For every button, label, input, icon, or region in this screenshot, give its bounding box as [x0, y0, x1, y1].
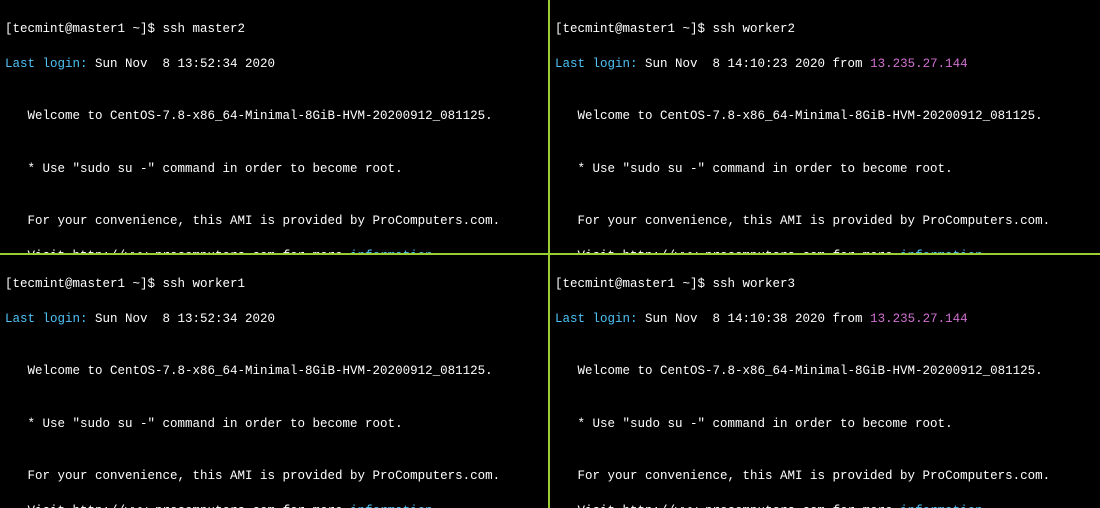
motd-conv: For your convenience, this AMI is provid…: [5, 468, 543, 486]
motd-visit-mid: for more: [275, 504, 350, 508]
from-ip: 13.235.27.144: [870, 312, 968, 326]
from-label: from: [825, 57, 870, 71]
motd-link[interactable]: http://www.procomputers.com: [73, 504, 276, 508]
last-login-time: Sun Nov 8 14:10:23 2020: [638, 57, 826, 71]
last-login-label: Last login:: [5, 312, 88, 326]
prompt: [tecmint@master1 ~]$: [5, 22, 163, 36]
motd-link[interactable]: http://www.procomputers.com: [623, 504, 826, 508]
motd-visit-post: .: [983, 504, 991, 508]
command: ssh master2: [163, 22, 246, 36]
last-login-label: Last login:: [555, 57, 638, 71]
motd-visit-pre: Visit: [555, 504, 623, 508]
last-login-time: Sun Nov 8 14:10:38 2020: [638, 312, 826, 326]
prompt: [tecmint@master1 ~]$: [555, 277, 713, 291]
motd-conv: For your convenience, this AMI is provid…: [5, 213, 543, 231]
motd-visit-post: .: [433, 504, 441, 508]
motd-visit-pre: Visit: [5, 504, 73, 508]
motd-info-link[interactable]: information: [350, 504, 433, 508]
motd-welcome: Welcome to CentOS-7.8-x86_64-Minimal-8Gi…: [555, 108, 1095, 126]
from-ip: 13.235.27.144: [870, 57, 968, 71]
terminal-pane-worker2[interactable]: [tecmint@master1 ~]$ ssh worker2 Last lo…: [550, 0, 1100, 255]
motd-sudo: * Use "sudo su -" command in order to be…: [555, 161, 1095, 179]
motd-conv: For your convenience, this AMI is provid…: [555, 468, 1095, 486]
motd-welcome: Welcome to CentOS-7.8-x86_64-Minimal-8Gi…: [5, 363, 543, 381]
prompt: [tecmint@master1 ~]$: [555, 22, 713, 36]
last-login-time: Sun Nov 8 13:52:34 2020: [88, 57, 276, 71]
prompt: [tecmint@master1 ~]$: [5, 277, 163, 291]
motd-welcome: Welcome to CentOS-7.8-x86_64-Minimal-8Gi…: [555, 363, 1095, 381]
motd-info-link[interactable]: information: [900, 504, 983, 508]
from-label: from: [825, 312, 870, 326]
terminal-pane-master2[interactable]: [tecmint@master1 ~]$ ssh master2 Last lo…: [0, 0, 550, 255]
last-login-label: Last login:: [555, 312, 638, 326]
motd-sudo: * Use "sudo su -" command in order to be…: [555, 416, 1095, 434]
motd-conv: For your convenience, this AMI is provid…: [555, 213, 1095, 231]
last-login-label: Last login:: [5, 57, 88, 71]
motd-welcome: Welcome to CentOS-7.8-x86_64-Minimal-8Gi…: [5, 108, 543, 126]
command: ssh worker1: [163, 277, 246, 291]
terminal-pane-worker3[interactable]: [tecmint@master1 ~]$ ssh worker3 Last lo…: [550, 255, 1100, 508]
last-login-time: Sun Nov 8 13:52:34 2020: [88, 312, 276, 326]
motd-visit-mid: for more: [825, 504, 900, 508]
command: ssh worker2: [713, 22, 796, 36]
terminal-pane-worker1[interactable]: [tecmint@master1 ~]$ ssh worker1 Last lo…: [0, 255, 550, 508]
motd-sudo: * Use "sudo su -" command in order to be…: [5, 161, 543, 179]
motd-sudo: * Use "sudo su -" command in order to be…: [5, 416, 543, 434]
terminal-grid: [tecmint@master1 ~]$ ssh master2 Last lo…: [0, 0, 1100, 508]
command: ssh worker3: [713, 277, 796, 291]
